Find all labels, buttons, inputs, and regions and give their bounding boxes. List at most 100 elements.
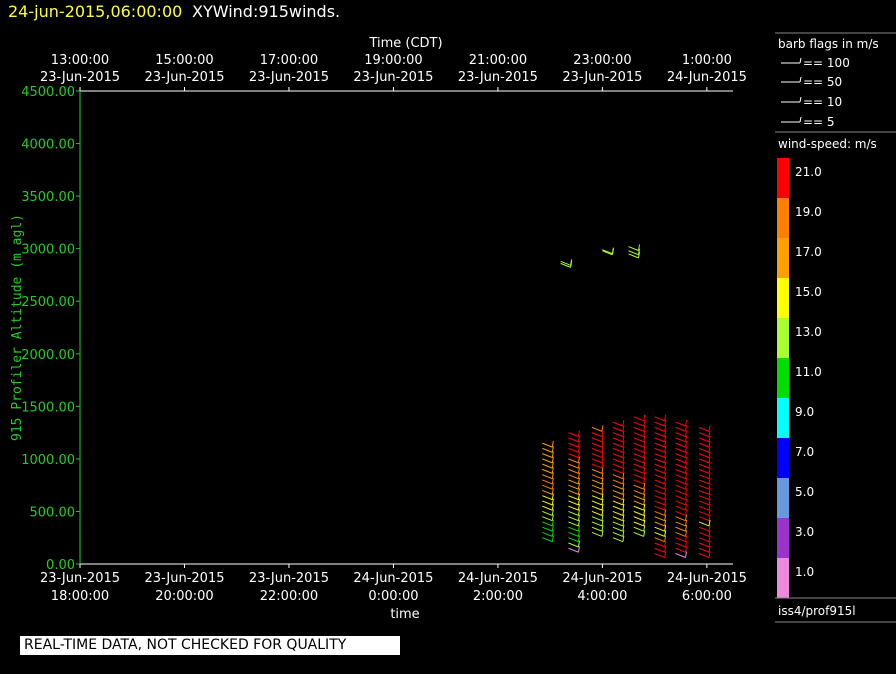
- wind-barb: [654, 416, 665, 422]
- speed-swatch: [777, 398, 789, 438]
- speed-swatch: [777, 558, 789, 598]
- wind-barb-flag: [551, 446, 554, 453]
- wind-barb-flag: [601, 498, 604, 506]
- wind-barb-flag: [577, 488, 580, 495]
- wind-barb: [654, 474, 665, 480]
- wind-barb: [633, 489, 644, 495]
- barb-legend-label: == 100: [803, 56, 850, 70]
- wind-barb-flag: [708, 435, 711, 442]
- wind-barb: [542, 453, 553, 459]
- wind-barb: [654, 468, 665, 474]
- wind-barb: [628, 246, 639, 252]
- speed-swatch: [777, 238, 789, 278]
- wind-barb: [675, 516, 686, 522]
- wind-barb-flag: [643, 441, 646, 448]
- wind-barb: [675, 479, 686, 485]
- wind-barb-flag: [643, 420, 646, 427]
- wind-barb: [568, 437, 579, 443]
- wind-barb: [612, 442, 624, 448]
- wind-barb: [698, 505, 710, 511]
- y-tick-label: 2000.00: [21, 348, 75, 363]
- wind-barb: [612, 521, 624, 527]
- wind-barb: [542, 447, 553, 453]
- wind-barb-flag: [611, 248, 614, 255]
- wind-barb: [542, 537, 553, 543]
- wind-barb-flag: [664, 488, 667, 495]
- wind-barb: [675, 426, 686, 432]
- wind-barb: [568, 526, 579, 532]
- x-axis-label: time: [390, 607, 419, 622]
- wind-barb-flag: [577, 535, 580, 542]
- wind-barb-flag: [643, 467, 646, 474]
- wind-barb: [612, 484, 624, 490]
- wind-barb: [654, 442, 665, 448]
- wind-barb: [675, 421, 686, 427]
- wind-barb: [591, 489, 603, 495]
- wind-barb-flag: [664, 530, 667, 537]
- wind-barb: [612, 526, 624, 532]
- wind-barb: [591, 426, 603, 432]
- wind-barb-flag: [664, 493, 667, 500]
- wind-barb-flag: [664, 430, 667, 437]
- y-axis-label: 915 Profiler Altitude (m agl): [10, 214, 25, 441]
- wind-barb-flag: [643, 519, 646, 527]
- wind-barb: [568, 547, 579, 553]
- wind-barb: [612, 453, 624, 459]
- x-tick-label-top: 19:00:00: [364, 53, 422, 68]
- wind-barb: [698, 542, 710, 548]
- wind-barb-flag: [643, 472, 646, 479]
- wind-barb-flag: [551, 477, 554, 484]
- wind-barb: [654, 547, 665, 553]
- wind-barb: [654, 553, 665, 558]
- wind-barb: [591, 442, 603, 448]
- wind-barb-flag: [664, 540, 667, 548]
- wind-barb: [542, 500, 553, 506]
- wind-barb-flag: [551, 493, 554, 500]
- wind-barb-flag: [577, 493, 580, 500]
- wind-barb-flag: [708, 425, 711, 432]
- wind-barb: [698, 484, 710, 490]
- wind-barb: [698, 553, 710, 558]
- wind-barb: [654, 458, 665, 464]
- wind-barb: [675, 432, 686, 438]
- wind-barb-flag: [643, 514, 646, 521]
- wind-barb: [542, 468, 553, 474]
- wind-barb: [568, 447, 579, 453]
- x-tick-label-top: 21:00:00: [469, 53, 527, 68]
- wind-barb: [612, 516, 624, 522]
- wind-barb: [633, 447, 644, 453]
- wind-barb: [542, 505, 553, 511]
- speed-swatch: [777, 158, 789, 198]
- barb-legend-label: == 5: [803, 115, 835, 129]
- wind-barb-flag: [708, 540, 711, 548]
- wind-barb: [568, 458, 579, 464]
- wind-barb: [591, 479, 603, 485]
- wind-barb-flag: [622, 456, 625, 463]
- wind-barb-flag: [664, 525, 667, 532]
- wind-barb: [542, 521, 553, 527]
- wind-barb-flag: [643, 493, 646, 500]
- wind-barb-flag: [622, 430, 625, 437]
- wind-barb-flag: [708, 456, 711, 463]
- wind-barb: [675, 468, 686, 474]
- x-tick-label-bottom: 4:00:00: [577, 589, 627, 604]
- wind-barb-flag: [685, 446, 688, 453]
- wind-barb: [591, 432, 603, 438]
- wind-barb-flag: [622, 493, 625, 500]
- wind-barb-flag: [708, 514, 711, 521]
- wind-barb: [568, 468, 579, 474]
- x-tick-label-bottom: 20:00:00: [155, 589, 213, 604]
- wind-barb-flag: [664, 472, 667, 479]
- wind-barb: [698, 447, 710, 453]
- wind-barb: [654, 510, 665, 516]
- wind-barb: [698, 453, 710, 459]
- wind-barb-flag: [601, 488, 604, 495]
- wind-barb: [698, 463, 710, 469]
- wind-barb-flag: [577, 498, 580, 506]
- y-tick-label: 4500.00: [21, 85, 75, 100]
- wind-barb: [568, 500, 579, 506]
- wind-barb-flag: [601, 430, 604, 437]
- wind-barb-flag: [601, 530, 604, 537]
- wind-barb: [612, 463, 624, 469]
- wind-barb: [591, 505, 603, 511]
